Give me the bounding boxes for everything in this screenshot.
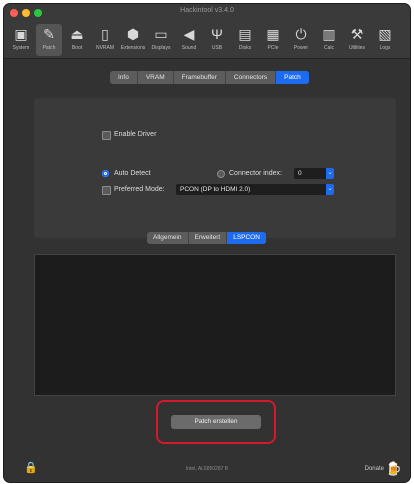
tab-erweitert[interactable]: Erweitert: [189, 232, 228, 244]
toolbar-item-boot[interactable]: ⏏ Boot: [64, 24, 90, 56]
boot-icon: ⏏: [70, 26, 84, 42]
auto-detect-label: Auto Detect: [114, 170, 151, 177]
create-patch-button[interactable]: Patch erstellen: [171, 415, 261, 429]
toolbar-item-usb[interactable]: Ψ USB: [204, 24, 230, 56]
segmented-tabs: Info VRAM Framebuffer Connectors Patch: [110, 71, 309, 84]
toolbar-item-label: Extensions: [120, 45, 146, 51]
toolbar-item-pcie[interactable]: ▦ PCIe: [260, 24, 286, 56]
toolbar-item-label: Patch: [42, 45, 56, 51]
footer: 🔒 Intel, AL6850287 B Donate 🍺: [4, 460, 410, 482]
toolbar-item-label: Sound: [181, 45, 197, 51]
enable-driver-label: Enable Driver: [114, 131, 157, 138]
utilities-icon: ⚒: [350, 26, 364, 42]
donate-label[interactable]: Donate: [365, 466, 384, 472]
title-bar: Hackintool v3.4.0: [4, 4, 410, 22]
connector-index-value: 0: [298, 170, 302, 177]
calc-icon: ▥: [322, 26, 336, 42]
toolbar-item-label: Power: [293, 45, 309, 51]
connector-index-label: Connector index:: [229, 170, 282, 177]
toolbar-item-calc[interactable]: ▥ Calc: [316, 24, 342, 56]
tab-vram[interactable]: VRAM: [138, 71, 174, 84]
toolbar-item-label: Logs: [379, 45, 391, 51]
tab-framebuffer[interactable]: Framebuffer: [174, 71, 226, 84]
tab-lspcon[interactable]: LSPCON: [227, 232, 266, 244]
toolbar-item-label: Utilities: [348, 45, 366, 51]
preferred-mode-label: Preferred Mode:: [114, 186, 165, 193]
app-window: Hackintool v3.4.0 ▣ System ✎ Patch ⏏ Boo…: [4, 4, 410, 482]
window-title: Hackintool v3.4.0: [180, 7, 234, 14]
system-icon: ▣: [14, 26, 28, 42]
patch-settings-panel: Enable Driver Auto Detect Connector inde…: [34, 98, 396, 238]
displays-icon: ▭: [154, 26, 168, 42]
usb-icon: Ψ: [211, 26, 223, 42]
extensions-icon: ⬢: [126, 26, 140, 42]
toolbar-item-displays[interactable]: ▭ Displays: [148, 24, 174, 56]
toolbar-item-disks[interactable]: ▤ Disks: [232, 24, 258, 56]
toolbar-item-label: Disks: [238, 45, 252, 51]
preferred-mode-value: PCON (DP to HDMI 2.0): [180, 186, 251, 193]
toolbar-item-extensions[interactable]: ⬢ Extensions: [120, 24, 146, 56]
patch-icon: ✎: [43, 26, 55, 42]
preferred-mode-checkbox[interactable]: [102, 186, 111, 195]
toolbar-item-label: System: [12, 45, 30, 51]
toolbar-item-label: Calc: [323, 45, 334, 51]
toolbar-item-utilities[interactable]: ⚒ Utilities: [344, 24, 370, 56]
tab-patch[interactable]: Patch: [276, 71, 309, 84]
pcie-icon: ▦: [266, 26, 280, 42]
enable-driver-checkbox[interactable]: [102, 131, 111, 140]
connector-index-radio[interactable]: [217, 170, 225, 178]
toolbar-item-label: PCIe: [267, 45, 279, 51]
nvram-icon: ▯: [101, 26, 109, 42]
preferred-mode-select[interactable]: PCON (DP to HDMI 2.0) ⌄: [176, 184, 334, 195]
tab-allgemein[interactable]: Allgemein: [147, 232, 189, 244]
logs-icon: ▧: [378, 26, 392, 42]
toolbar-item-label: Boot: [71, 45, 83, 51]
toolbar-item-system[interactable]: ▣ System: [8, 24, 34, 56]
toolbar-item-sound[interactable]: ◀ Sound: [176, 24, 202, 56]
power-icon: ⏻: [295, 26, 307, 42]
chevron-down-icon: ⌄: [326, 168, 334, 179]
disks-icon: ▤: [238, 26, 252, 42]
output-subtabs: Allgemein Erweitert LSPCON: [147, 232, 266, 244]
auto-detect-radio[interactable]: [102, 170, 109, 177]
toolbar-item-logs[interactable]: ▧ Logs: [372, 24, 398, 56]
toolbar-item-label: NVRAM: [95, 45, 115, 51]
tab-info[interactable]: Info: [110, 71, 138, 84]
toolbar-item-label: Displays: [151, 45, 171, 51]
toolbar-item-patch[interactable]: ✎ Patch: [36, 24, 62, 56]
toolbar: ▣ System ✎ Patch ⏏ Boot ▯ NVRAM ⬢ Extens…: [4, 22, 410, 59]
toolbar-item-label: USB: [211, 45, 223, 51]
footer-status-text: Intel, AL6850287 B: [185, 466, 229, 472]
connector-index-select[interactable]: 0 ⌄: [294, 168, 334, 179]
sound-icon: ◀: [183, 26, 195, 42]
tab-connectors[interactable]: Connectors: [226, 71, 277, 84]
toolbar-item-power[interactable]: ⏻ Power: [288, 24, 314, 56]
beer-icon[interactable]: 🍺: [386, 461, 402, 477]
chevron-down-icon: ⌄: [326, 184, 334, 195]
toolbar-item-nvram[interactable]: ▯ NVRAM: [92, 24, 118, 56]
patch-output-area[interactable]: [34, 254, 396, 396]
